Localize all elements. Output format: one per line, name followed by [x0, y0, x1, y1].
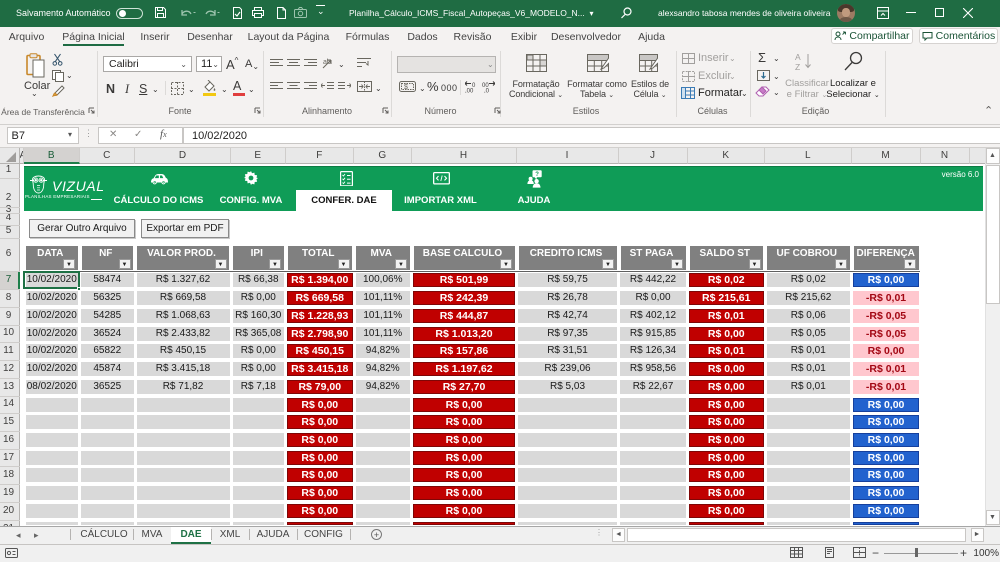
svg-text:,0: ,0 — [484, 89, 490, 94]
svg-text:?: ? — [535, 172, 539, 178]
svg-text:ab: ab — [323, 59, 331, 66]
svg-text:Z: Z — [795, 62, 800, 72]
svg-text:,00: ,00 — [465, 89, 474, 94]
svg-text:A: A — [795, 52, 801, 62]
svg-text:$: $ — [404, 84, 408, 91]
